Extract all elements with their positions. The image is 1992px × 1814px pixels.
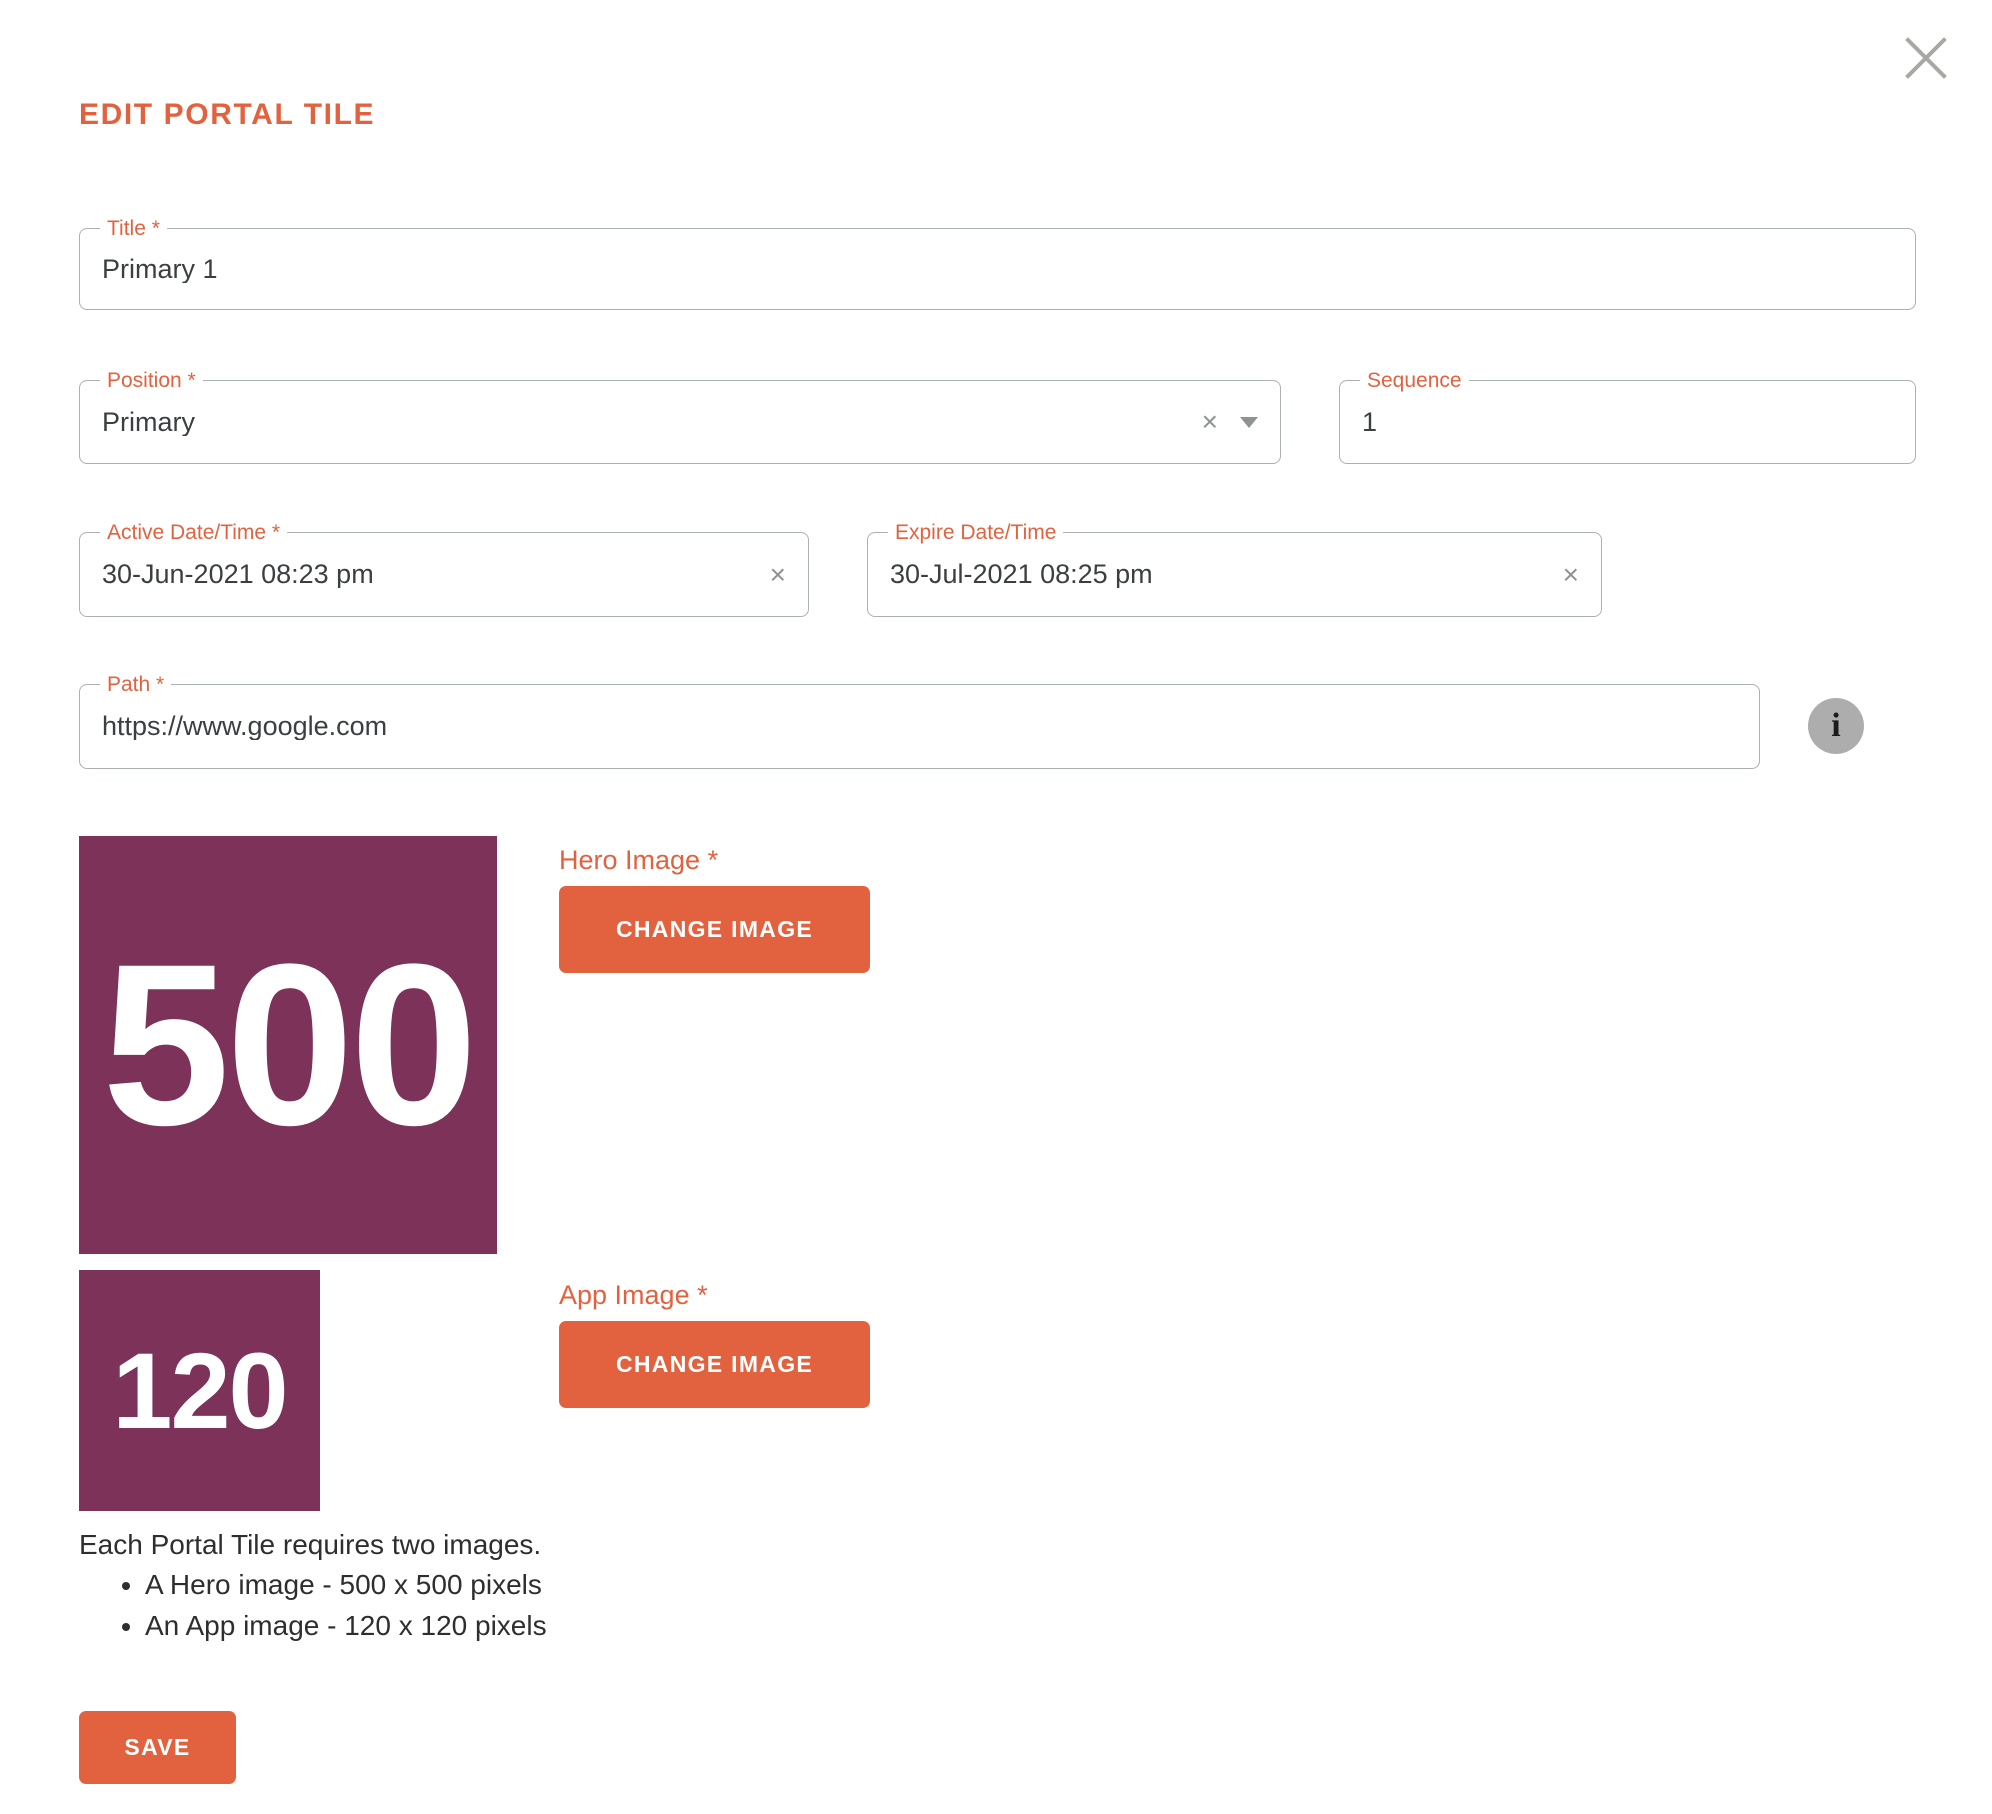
app-image-preview-text: 120 xyxy=(112,1329,288,1451)
close-dialog-button[interactable] xyxy=(1898,30,1954,86)
expire-datetime-field[interactable]: Expire Date/Time 30-Jul-2021 08:25 pm × xyxy=(867,521,1602,617)
position-select-label: Position * xyxy=(100,369,203,393)
app-image-label: App Image * xyxy=(559,1280,708,1310)
info-icon[interactable]: i xyxy=(1808,698,1864,754)
sequence-field[interactable]: Sequence 1 xyxy=(1339,369,1916,464)
chevron-down-icon[interactable] xyxy=(1240,416,1258,428)
position-select-value: Primary xyxy=(102,408,195,436)
path-field[interactable]: Path * https://www.google.com xyxy=(79,673,1760,769)
clear-icon[interactable]: × xyxy=(770,560,786,589)
clear-icon[interactable]: × xyxy=(1563,560,1579,589)
app-image-preview: 120 xyxy=(79,1270,320,1511)
hero-image-label: Hero Image * xyxy=(559,845,719,875)
title-field-label: Title * xyxy=(100,217,167,241)
list-item: An App image - 120 x 120 pixels xyxy=(145,1609,547,1642)
active-datetime-adornments: × xyxy=(770,560,786,589)
list-item: A Hero image - 500 x 500 pixels xyxy=(145,1568,547,1601)
clear-icon[interactable]: × xyxy=(1202,408,1218,436)
hero-image-preview: 500 xyxy=(79,836,497,1254)
hero-image-preview-text: 500 xyxy=(102,916,478,1173)
path-field-value: https://www.google.com xyxy=(102,713,388,740)
path-field-label: Path * xyxy=(100,673,172,697)
active-datetime-field[interactable]: Active Date/Time * 30-Jun-2021 08:23 pm … xyxy=(79,521,809,617)
active-datetime-value: 30-Jun-2021 08:23 pm xyxy=(102,561,374,588)
sequence-field-label: Sequence xyxy=(1360,369,1469,393)
position-select[interactable]: Position * Primary × xyxy=(79,369,1281,464)
image-requirements-intro: Each Portal Tile requires two images. xyxy=(79,1529,542,1560)
active-datetime-label: Active Date/Time * xyxy=(100,521,288,545)
change-hero-image-button[interactable]: Change Image xyxy=(559,886,870,973)
info-icon-glyph: i xyxy=(1831,707,1841,744)
close-icon xyxy=(1905,37,1947,79)
expire-datetime-adornments: × xyxy=(1563,560,1579,589)
image-requirements-list: A Hero image - 500 x 500 pixels An App i… xyxy=(79,1568,547,1642)
expire-datetime-label: Expire Date/Time xyxy=(888,521,1064,545)
expire-datetime-value: 30-Jul-2021 08:25 pm xyxy=(890,561,1153,588)
title-field-value: Primary 1 xyxy=(102,255,218,283)
title-field[interactable]: Title * Primary 1 xyxy=(79,217,1916,310)
page-title: EDIT PORTAL TILE xyxy=(79,98,376,131)
change-app-image-button[interactable]: Change Image xyxy=(559,1321,870,1408)
position-select-adornments: × xyxy=(1202,408,1258,436)
save-button[interactable]: Save xyxy=(79,1711,236,1784)
sequence-field-value: 1 xyxy=(1362,408,1378,436)
image-requirements-help: Each Portal Tile requires two images. A … xyxy=(79,1528,547,1649)
